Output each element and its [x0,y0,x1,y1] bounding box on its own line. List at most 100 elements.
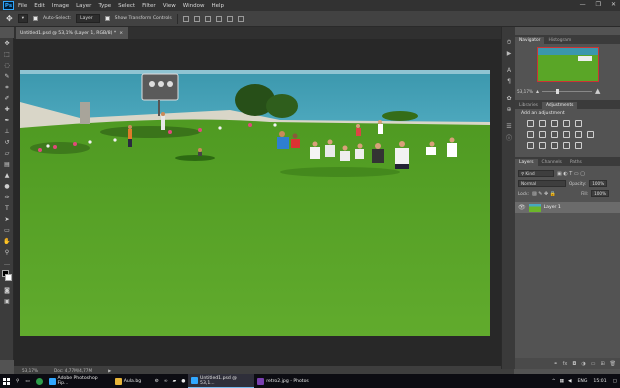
tab-layers[interactable]: Layers [515,159,538,166]
threshold-icon[interactable] [551,142,558,149]
type-tool-icon[interactable]: T [0,203,14,214]
menu-layer[interactable]: Layer [76,3,91,9]
history-icon[interactable]: ⏱ [502,37,516,48]
zoom-out-icon[interactable]: ▴ [536,88,539,95]
eye-icon[interactable]: 👁 [518,204,526,211]
menu-help[interactable]: Help [211,3,224,9]
tab-histogram[interactable]: Histogram [544,37,575,44]
new-group-icon[interactable]: ▭ [591,361,596,367]
tab-paths[interactable]: Paths [566,159,586,166]
show-transform-checkbox[interactable] [104,16,110,21]
add-mask-icon[interactable]: ◘ [572,361,576,367]
gradient-tool-icon[interactable]: ▤ [0,159,14,170]
new-layer-icon[interactable]: ⊞ [600,361,604,367]
black-white-icon[interactable] [551,131,558,138]
path-select-icon[interactable]: ➤ [0,214,14,225]
zoom-in-icon[interactable]: ▲ [595,87,600,95]
posterize-icon[interactable] [539,142,546,149]
align-center-icon[interactable] [226,15,233,22]
shape-tool-icon[interactable]: ▭ [0,225,14,236]
layer-name[interactable]: Layer 1 [544,205,561,210]
menu-edit[interactable]: Edit [34,3,45,9]
new-adjustment-icon[interactable]: ◑ [581,361,585,367]
search-button[interactable]: ⚲ [13,374,22,388]
color-lookup-icon[interactable] [587,131,594,138]
tab-libraries[interactable]: Libraries [515,102,542,109]
character-icon[interactable]: A [502,65,516,76]
close-tab-icon[interactable]: × [119,31,123,36]
trash-icon[interactable]: 🗑 [610,361,616,367]
healing-brush-icon[interactable]: ✚ [0,104,14,115]
notifications-icon[interactable]: ▢ [610,374,620,388]
properties-icon[interactable]: ☰ [502,121,516,132]
pen-tool-icon[interactable]: ✑ [0,192,14,203]
layer-filter-kind[interactable]: ⚲ Kind [518,170,554,177]
minimize-button[interactable]: — [580,1,586,8]
system-tray[interactable]: ^ ▦ ◀ [549,374,575,388]
screen-mode-icon[interactable]: ▣ [0,296,14,307]
tool-preset-picker[interactable]: ▾ [17,14,28,23]
menu-type[interactable]: Type [98,3,111,9]
menu-image[interactable]: Image [52,3,69,9]
opacity-input[interactable]: 100% [589,180,608,187]
language-indicator[interactable]: ENG [575,374,591,388]
brightness-contrast-icon[interactable] [527,120,534,127]
color-swatches-icon[interactable] [0,269,14,285]
status-menu-arrow[interactable]: ▶ [108,368,111,373]
dodge-tool-icon[interactable]: ● [0,181,14,192]
lasso-tool-icon[interactable]: ◌ [0,60,14,71]
taskbar-app-photos[interactable]: retro2.jpg - Photos [254,374,320,388]
crop-tool-icon[interactable]: ⌗ [0,82,14,93]
clock[interactable]: 15:01 [590,374,609,388]
blur-tool-icon[interactable]: ▲ [0,170,14,181]
move-tool-icon[interactable]: ✥ [0,38,14,49]
restore-button[interactable]: ❐ [596,1,601,8]
photo-filter-icon[interactable] [563,131,570,138]
brush-tool-icon[interactable]: ✒ [0,115,14,126]
link-layers-icon[interactable]: ⚭ [553,361,557,367]
levels-icon[interactable] [539,120,546,127]
brushes-icon[interactable]: ✿ [502,93,516,104]
move-tool-icon[interactable]: ✥ [6,14,13,23]
start-button[interactable] [0,374,13,388]
navigator-zoom-value[interactable]: 53,17% [517,89,533,94]
menu-filter[interactable]: Filter [142,3,156,9]
close-button[interactable]: ✕ [611,1,616,8]
menu-file[interactable]: File [18,3,27,9]
taskbar-app-photoshop[interactable]: Adobe Photoshop Fip... [46,374,112,388]
navigator-thumbnail[interactable] [537,47,599,82]
lock-icons[interactable]: ▨ ✎ ✥ 🔒 [532,191,556,197]
align-top-icon[interactable] [182,15,189,22]
layer-style-icon[interactable]: fx [563,361,568,367]
marquee-tool-icon[interactable]: ⬚ [0,49,14,60]
tab-channels[interactable]: Channels [538,159,566,166]
auto-select-dropdown[interactable]: Layer [76,14,100,23]
gradient-map-icon[interactable] [563,142,570,149]
history-brush-icon[interactable]: ↺ [0,137,14,148]
taskbar-app-folder[interactable]: Aula.bg [112,374,152,388]
menu-select[interactable]: Select [118,3,135,9]
channel-mixer-icon[interactable] [575,131,582,138]
invert-icon[interactable] [527,142,534,149]
hand-tool-icon[interactable]: ✋ [0,236,14,247]
clone-stamp-icon[interactable]: ⊥ [0,126,14,137]
canvas-image[interactable] [20,70,490,336]
filter-pixel-icon[interactable]: ▣ ◐ T ▭ ▢ [557,171,585,177]
layer-row[interactable]: 👁 Layer 1 [515,202,620,213]
auto-select-checkbox[interactable] [32,16,38,21]
chrome-button[interactable] [33,374,46,388]
navigator-zoom-slider[interactable] [541,88,592,94]
align-bottom-icon[interactable] [204,15,211,22]
eyedropper-tool-icon[interactable]: ✐ [0,93,14,104]
zoom-tool-icon[interactable]: ⚲ [0,247,14,258]
more-tools-icon[interactable]: … [0,258,14,269]
quick-mask-icon[interactable]: ◙ [0,285,14,296]
tab-navigator[interactable]: Navigator [515,37,545,44]
align-left-icon[interactable] [215,15,222,22]
hue-saturation-icon[interactable] [527,131,534,138]
exposure-icon[interactable] [563,120,570,127]
clone-source-icon[interactable]: ⊕ [502,104,516,115]
align-middle-icon[interactable] [193,15,200,22]
taskbar-app-untitled[interactable]: Untitled1.psd @ 53,1... [188,374,255,388]
color-balance-icon[interactable] [539,131,546,138]
